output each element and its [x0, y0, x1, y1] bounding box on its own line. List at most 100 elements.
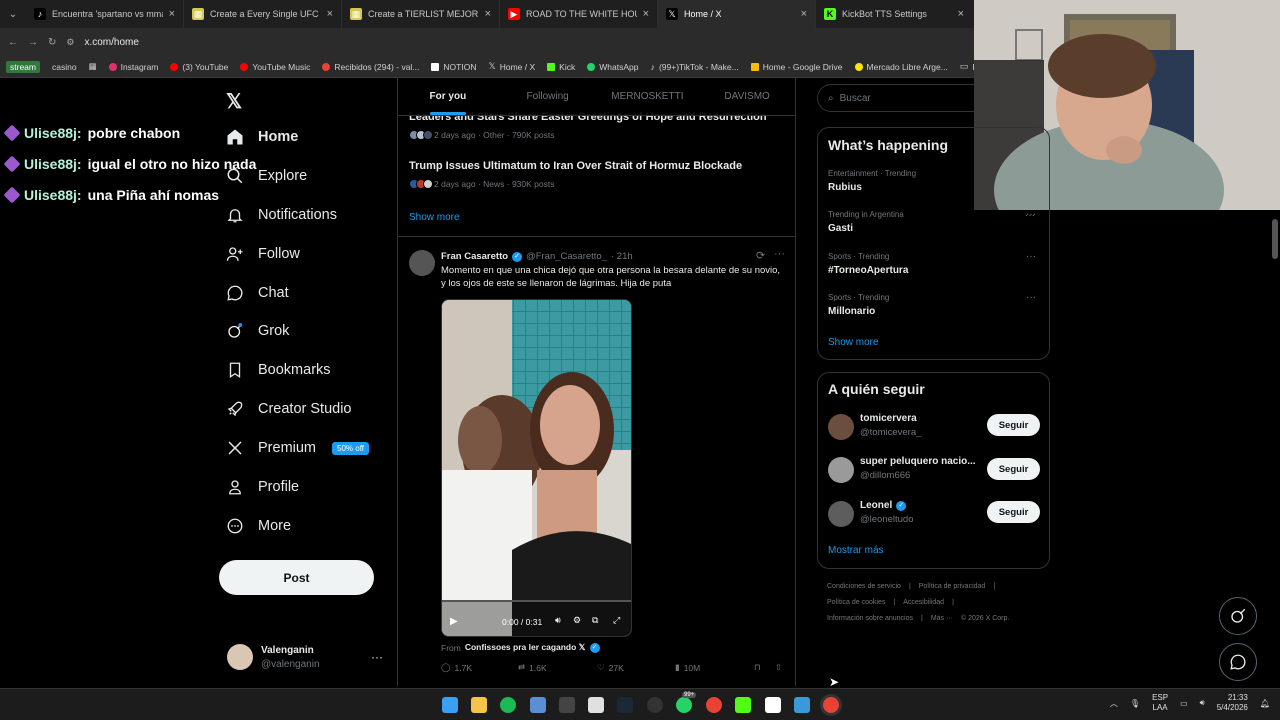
- browser-tab[interactable]: ♪ Encuentra 'spartano vs mma' e ×: [26, 0, 184, 28]
- grok-explain-icon[interactable]: ⟳: [756, 249, 765, 262]
- close-icon[interactable]: ×: [643, 8, 649, 20]
- clock[interactable]: 21:33 5/4/2026: [1217, 693, 1248, 713]
- site-info-icon[interactable]: ⚙: [66, 37, 74, 48]
- footer-link[interactable]: Accesibilidad: [903, 599, 944, 606]
- trend-name[interactable]: Gasti: [828, 223, 853, 234]
- follow-button[interactable]: Seguir: [987, 414, 1040, 436]
- close-icon[interactable]: ×: [801, 8, 807, 20]
- reload-icon[interactable]: ↻: [48, 37, 56, 48]
- tweet-video[interactable]: ▶ 0:00 / 0:31 🔊︎ ⚙ ⧉ ⤢: [441, 299, 632, 637]
- settings-icon[interactable]: ⚙: [573, 615, 581, 626]
- bookmark-instagram[interactable]: Instagram: [108, 62, 158, 72]
- footer-link[interactable]: Política de cookies: [827, 599, 885, 606]
- bookmark-youtube-music[interactable]: YouTube Music: [240, 62, 310, 72]
- notifications-bell-icon[interactable]: 🔔︎: [1260, 699, 1270, 708]
- nav-profile[interactable]: Profile: [226, 478, 299, 496]
- reply-button[interactable]: ◯ 1.7K: [441, 662, 472, 673]
- close-icon[interactable]: ×: [485, 8, 491, 20]
- fullscreen-icon[interactable]: ⤢: [613, 615, 620, 626]
- footer-link[interactable]: Información sobre anuncios: [827, 615, 913, 622]
- kick-icon[interactable]: [735, 697, 751, 713]
- tweet-avatar[interactable]: [409, 250, 435, 276]
- tweet-time[interactable]: · 21h: [611, 251, 633, 262]
- show-more-link[interactable]: Show more: [409, 212, 460, 223]
- spotify-icon[interactable]: [500, 697, 516, 713]
- browser-tab[interactable]: ▶ ROAD TO THE WHITE HOUSE # ×: [500, 0, 658, 28]
- trend-name[interactable]: Rubius: [828, 182, 862, 193]
- nav-explore[interactable]: Explore: [226, 167, 307, 185]
- follow-button[interactable]: Seguir: [987, 501, 1040, 523]
- nav-more[interactable]: More: [226, 517, 291, 535]
- tweet-author-name[interactable]: Fran Casaretto: [441, 251, 508, 262]
- bookmark-whatsapp[interactable]: WhatsApp: [587, 62, 638, 72]
- who-to-follow-show-more-link[interactable]: Mostrar más: [828, 545, 884, 556]
- notion-icon[interactable]: [765, 697, 781, 713]
- forward-icon[interactable]: →: [28, 37, 38, 48]
- bookmark-folder[interactable]: ▭PR: [960, 61, 974, 72]
- chrome-icon[interactable]: [706, 697, 722, 713]
- bookmark-button[interactable]: ⊓: [754, 662, 761, 673]
- tab-search-icon[interactable]: ⌄: [0, 0, 26, 28]
- trending-show-more-link[interactable]: Show more: [828, 337, 879, 348]
- bookmark-stream[interactable]: stream: [6, 60, 40, 73]
- back-icon[interactable]: ←: [8, 37, 18, 48]
- avatar[interactable]: [828, 414, 854, 440]
- search-input[interactable]: ⌕ Buscar: [817, 84, 974, 112]
- nav-chat[interactable]: Chat: [226, 284, 289, 302]
- bookmark-google-drive[interactable]: Home - Google Drive: [750, 62, 843, 72]
- bookmark-mercado-libre[interactable]: Mercado Libre Arge...: [854, 62, 948, 72]
- follow-button[interactable]: Seguir: [987, 458, 1040, 480]
- follow-suggestion-name[interactable]: tomicervera: [860, 413, 978, 424]
- browser-tab[interactable]: K KickBot TTS Settings ×: [816, 0, 972, 28]
- source-account-link[interactable]: Confissoes pra ler cagando 𝕏: [465, 642, 586, 653]
- footer-link[interactable]: Política de privacidad: [919, 583, 986, 590]
- bookmark-kick[interactable]: Kick: [547, 62, 575, 72]
- bookmark-tiktok[interactable]: ♪ (99+)TikTok - Make...: [650, 62, 738, 72]
- url-field[interactable]: x.com/home: [84, 37, 138, 48]
- browser-tab[interactable]: ▦ Create a TIERLIST MEJORES PE ×: [342, 0, 500, 28]
- recording-app-icon[interactable]: [647, 697, 663, 713]
- network-icon[interactable]: ▭: [1180, 699, 1188, 708]
- nav-follow[interactable]: Follow: [226, 245, 300, 263]
- nav-grok[interactable]: Grok: [226, 322, 289, 340]
- microphone-icon[interactable]: 🎙︎: [1130, 699, 1140, 708]
- footer-link[interactable]: Más ···: [931, 615, 953, 622]
- scrollbar[interactable]: [1272, 215, 1278, 683]
- repost-button[interactable]: ⇄ 1.6K: [518, 662, 547, 673]
- follow-suggestion-name[interactable]: super peluquero nacio...: [860, 456, 978, 467]
- nav-home[interactable]: Home: [226, 128, 298, 146]
- obs-icon[interactable]: [588, 697, 604, 713]
- close-icon[interactable]: ×: [327, 8, 333, 20]
- avatar[interactable]: [828, 457, 854, 483]
- chevron-up-icon[interactable]: ︿: [1110, 698, 1118, 709]
- avatar[interactable]: [828, 501, 854, 527]
- bookmark-notion[interactable]: NOTION: [431, 62, 476, 72]
- nav-bookmarks[interactable]: Bookmarks: [226, 361, 331, 379]
- nav-notifications[interactable]: Notifications: [226, 206, 337, 224]
- video-progress-bar[interactable]: [442, 600, 631, 602]
- like-button[interactable]: ♡ 27K: [597, 662, 624, 673]
- scrollbar-thumb[interactable]: [1272, 219, 1278, 259]
- close-icon[interactable]: ×: [169, 8, 175, 20]
- trend-more-icon[interactable]: ···: [1026, 251, 1036, 262]
- tab-following[interactable]: Following: [498, 78, 598, 115]
- volume-icon[interactable]: 🔊︎: [555, 615, 561, 626]
- bookmark-gmail[interactable]: Recibidos (294) - val...: [322, 62, 419, 72]
- microsoft-store-icon[interactable]: [530, 697, 546, 713]
- messages-floating-button[interactable]: [1219, 643, 1257, 681]
- avatar[interactable]: [227, 644, 253, 670]
- volume-icon[interactable]: 🔊︎: [1200, 698, 1205, 708]
- views-button[interactable]: ▮ 10M: [675, 662, 700, 673]
- trend-more-icon[interactable]: ···: [1026, 292, 1036, 303]
- tab-for-you[interactable]: For you: [398, 78, 498, 115]
- file-explorer-icon[interactable]: [471, 697, 487, 713]
- steam-icon[interactable]: [617, 697, 633, 713]
- footer-link[interactable]: Condiciones de servicio: [827, 583, 901, 590]
- trend-more-icon[interactable]: ···: [1025, 210, 1035, 221]
- tweet-author-handle[interactable]: @Fran_Casaretto_: [526, 251, 607, 262]
- bookmark-x[interactable]: 𝕏 Home / X: [488, 61, 535, 72]
- nav-creator-studio[interactable]: Creator Studio: [226, 400, 352, 418]
- browser-tab-active[interactable]: 𝕏 Home / X ×: [658, 0, 816, 28]
- windows-start-icon[interactable]: [442, 697, 458, 713]
- account-more-icon[interactable]: ···: [371, 650, 383, 664]
